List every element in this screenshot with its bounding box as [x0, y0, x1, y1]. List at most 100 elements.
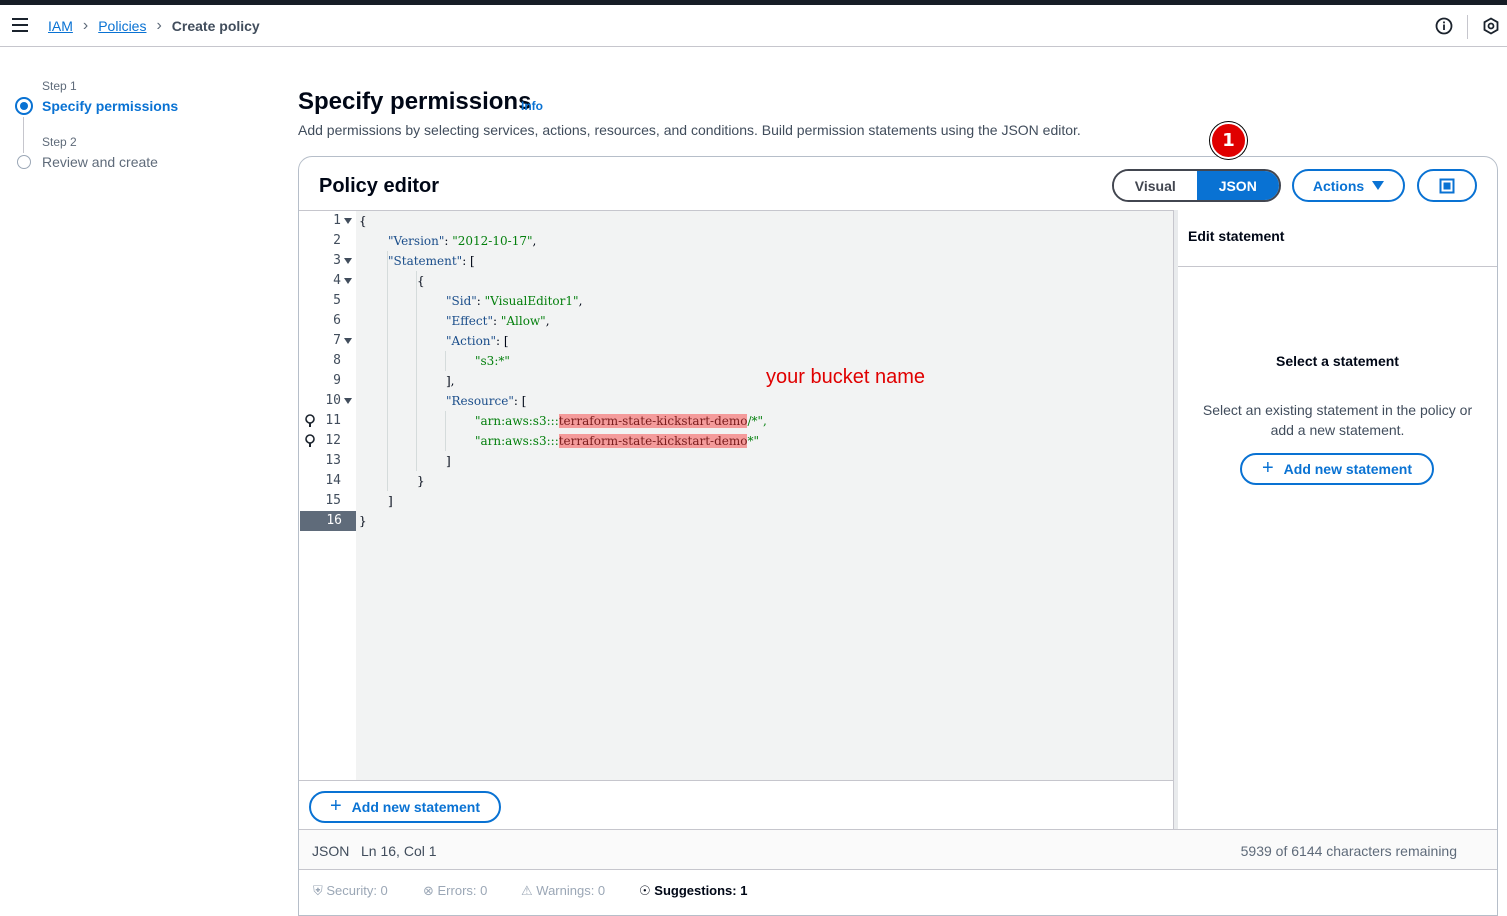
- chevron-right-icon: ›: [82, 17, 89, 34]
- edit-statement-panel: Edit statement Select a statement Select…: [1178, 210, 1497, 829]
- line-number-gutter: 1 2 3 4 5 6 7 8 9 10 11 12 13 14 15 16: [299, 211, 356, 781]
- tab-security[interactable]: ⛨ Security: 0: [313, 883, 388, 899]
- menu-icon[interactable]: [12, 18, 28, 32]
- add-new-statement-button[interactable]: + Add new statement: [309, 791, 501, 823]
- code-line-12: "arn:aws:s3:::terraform-state-kickstart-…: [475, 431, 759, 451]
- json-value: "2012-10-17": [452, 234, 533, 248]
- json-key: "Effect": [446, 314, 493, 328]
- plus-icon: +: [329, 795, 342, 817]
- line-number: 4: [333, 273, 341, 288]
- code-line-2: "Version": "2012-10-17",: [388, 234, 537, 248]
- code-line-11: "arn:aws:s3:::terraform-state-kickstart-…: [475, 411, 767, 431]
- fullscreen-button[interactable]: [1417, 169, 1477, 202]
- fold-arrow-icon[interactable]: [344, 258, 352, 264]
- tab-suggestions[interactable]: ☉ Suggestions: 1: [639, 883, 747, 899]
- tab-errors-label: Errors: 0: [437, 883, 488, 898]
- breadcrumb: IAM › Policies › Create policy: [48, 17, 260, 35]
- add-statement-bar: + Add new statement: [299, 780, 1173, 829]
- fold-arrow-icon[interactable]: [344, 338, 352, 344]
- chevron-right-icon: ›: [156, 17, 162, 34]
- editor-mode-toggle: Visual JSON: [1112, 169, 1281, 202]
- line-number: 5: [333, 293, 341, 308]
- code-line-5: "Sid": "VisualEditor1",: [446, 294, 583, 308]
- json-key: "Version": [388, 234, 445, 248]
- indent-guide: [387, 251, 388, 491]
- breadcrumb-current: Create policy: [171, 18, 260, 34]
- json-value: "Allow": [500, 314, 546, 328]
- visual-mode-button[interactable]: Visual: [1114, 171, 1197, 200]
- line-number: 1: [333, 213, 341, 228]
- code-line-15: ]: [388, 494, 393, 508]
- header-divider: [1467, 15, 1468, 39]
- add-new-statement-label: Add new statement: [351, 799, 481, 815]
- info-circle-icon[interactable]: [1435, 17, 1453, 35]
- editor-status-bar: JSON Ln 16, Col 1 5939 of 6144 character…: [299, 829, 1497, 869]
- step-active-icon: [15, 97, 33, 115]
- cursor-status: JSON Ln 16, Col 1: [312, 843, 437, 859]
- json-mode-button[interactable]: JSON: [1196, 171, 1279, 200]
- step-1-label[interactable]: Specify permissions: [42, 98, 178, 114]
- json-key: "Statement": [388, 254, 463, 268]
- line-number: 15: [325, 493, 341, 508]
- select-statement-description: Select an existing statement in the poli…: [1202, 402, 1473, 438]
- bucket-name-highlight: terraform-state-kickstart-demo: [558, 414, 748, 428]
- select-statement-title: Select a statement: [1276, 353, 1399, 369]
- status-position: Ln 16, Col 1: [361, 843, 437, 859]
- side-add-statement-button[interactable]: + Add new statement: [1240, 453, 1434, 485]
- code-line-4: {: [417, 274, 425, 288]
- page-description: Add permissions by selecting services, a…: [298, 122, 1081, 138]
- line-number: 6: [333, 313, 341, 328]
- json-value-prefix: "arn:aws:s3:::: [475, 414, 559, 428]
- code-line-6: "Effect": "Allow",: [446, 314, 550, 328]
- breadcrumb-iam[interactable]: IAM: [48, 18, 73, 34]
- json-value: "s3:*": [475, 354, 510, 368]
- line-number: 9: [333, 373, 341, 388]
- line-number: 12: [325, 433, 341, 448]
- step-2-number: Step 2: [42, 135, 77, 149]
- json-value-prefix: "arn:aws:s3:::: [475, 434, 559, 448]
- code-line-7: "Action": [: [446, 334, 509, 348]
- code-line-3: "Statement": [: [388, 254, 475, 268]
- plus-icon: +: [1261, 457, 1274, 479]
- code-line-8: "s3:*": [475, 351, 510, 371]
- json-value: "VisualEditor1": [484, 294, 579, 308]
- info-link[interactable]: Info: [521, 99, 543, 113]
- line-number: 11: [325, 413, 341, 428]
- step-2-label: Review and create: [42, 154, 158, 170]
- annotation-step-badge: 1: [1210, 122, 1247, 159]
- side-add-statement-label: Add new statement: [1283, 461, 1413, 477]
- line-number: 10: [325, 393, 341, 408]
- code-content[interactable]: { "Version": "2012-10-17", "Statement": …: [356, 211, 1173, 781]
- code-line-10: "Resource": [: [446, 394, 527, 408]
- json-key: "Action": [446, 334, 497, 348]
- fold-arrow-icon[interactable]: [344, 398, 352, 404]
- caret-down-icon: [1372, 181, 1385, 190]
- code-line-9: ],: [446, 374, 455, 388]
- policy-editor-card: Policy editor Visual JSON Actions 1 2 3 …: [298, 156, 1498, 916]
- page-title: Specify permissions: [298, 88, 532, 115]
- json-key: "Sid": [446, 294, 477, 308]
- fold-arrow-icon[interactable]: [344, 218, 352, 224]
- tab-warnings[interactable]: ⚠ Warnings: 0: [521, 883, 605, 899]
- breadcrumb-policies[interactable]: Policies: [98, 18, 146, 34]
- tab-errors[interactable]: ⊗ Errors: 0: [423, 883, 487, 899]
- fold-arrow-icon[interactable]: [344, 278, 352, 284]
- line-number: 13: [325, 453, 341, 468]
- line-number: 2: [333, 233, 341, 248]
- actions-label: Actions: [1312, 177, 1365, 194]
- actions-dropdown-button[interactable]: Actions: [1292, 169, 1405, 202]
- line-number: 14: [325, 473, 341, 488]
- fullscreen-icon: [1439, 178, 1455, 193]
- tab-security-label: Security: 0: [326, 883, 388, 898]
- settings-hexagon-icon[interactable]: [1482, 17, 1500, 35]
- bucket-name-annotation: your bucket name: [766, 366, 925, 388]
- code-line-13: ]: [446, 454, 451, 468]
- indent-guide: [445, 411, 446, 451]
- top-header: IAM › Policies › Create policy: [0, 5, 1507, 47]
- code-line-14: }: [417, 474, 425, 488]
- code-line-16: }: [359, 514, 367, 528]
- json-code-editor[interactable]: 1 2 3 4 5 6 7 8 9 10 11 12 13 14 15 16 {…: [299, 210, 1173, 781]
- step-1-number: Step 1: [42, 79, 77, 93]
- bucket-name-highlight: terraform-state-kickstart-demo: [558, 434, 748, 448]
- step-inactive-icon: [17, 155, 31, 169]
